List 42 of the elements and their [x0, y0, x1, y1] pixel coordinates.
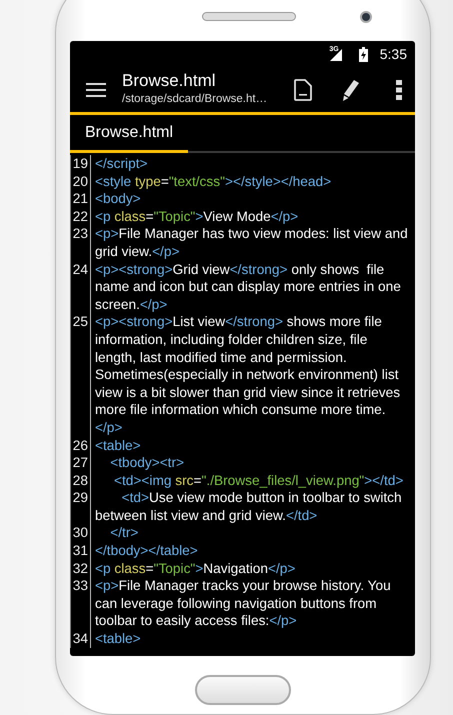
line-number: 28	[70, 472, 91, 490]
document-button[interactable]	[294, 79, 312, 101]
menu-button[interactable]	[86, 82, 106, 98]
file-path: /storage/sdcard/Browse.ht…	[122, 92, 268, 107]
code-line: <p class="Topic">Navigation</p>	[94, 560, 296, 578]
line-number: 34	[70, 630, 91, 648]
camera-dot	[360, 10, 372, 22]
line-number: 23	[70, 225, 91, 261]
code-line: </tbody></table>	[94, 542, 199, 560]
code-line: <p><strong>Grid view</strong> only shows file name and icon but can display more entries in one screen.</p>	[94, 260, 402, 314]
line-number: 32	[70, 560, 91, 578]
code-line: <p><strong>List view</strong> shows more file information, including folder children size, file length, last modified time and permission. Sometimes(especially in network environment) list view is a bit slower than grid view since it retrieves more file information which consume more time. </p>	[94, 313, 402, 436]
line-number: 25	[70, 313, 91, 436]
more-options-button[interactable]	[396, 80, 402, 100]
code-line: <td><img src="./Browse_files/l_view.png"></td>	[113, 472, 404, 490]
line-number: 24	[70, 260, 91, 314]
code-line: <style type="text/css"></style></head>	[94, 172, 332, 190]
line-number: 19	[70, 155, 91, 173]
line-number: 33	[70, 577, 91, 630]
code-line: <tbody><tr>	[109, 454, 186, 472]
code-line: <td>Use view mode button in toolbar to switch between list view and grid view.</td>	[94, 489, 403, 524]
file-tab[interactable]: Browse.html	[70, 115, 188, 153]
code-line: <p class="Topic">View Mode</p>	[94, 208, 300, 226]
code-line: </tr>	[109, 524, 140, 542]
code-line: <body>	[94, 190, 142, 208]
clock-time: 5:35	[380, 45, 407, 64]
toolbar-title: Browse.html	[122, 72, 217, 91]
line-number: 20	[70, 172, 91, 190]
code-line: <table>	[94, 630, 142, 648]
line-number: 29	[70, 489, 91, 524]
code-line: <p>File Manager has two view modes: list view and grid view.</p>	[94, 225, 409, 261]
line-number: 27	[70, 454, 91, 472]
code-line: <table>	[94, 436, 142, 454]
code-line: <p>File Manager tracks your browse history. You can leverage following navigation buttons from toolbar to easily access files:</p>	[94, 577, 392, 630]
line-number: 30	[70, 524, 91, 542]
edit-button[interactable]	[342, 79, 360, 101]
line-number: 21	[70, 190, 91, 208]
line-number: 26	[70, 436, 91, 454]
line-number: 22	[70, 208, 91, 226]
code-line: </script>	[94, 155, 148, 173]
battery-icon	[358, 47, 368, 62]
line-number: 31	[70, 542, 91, 560]
